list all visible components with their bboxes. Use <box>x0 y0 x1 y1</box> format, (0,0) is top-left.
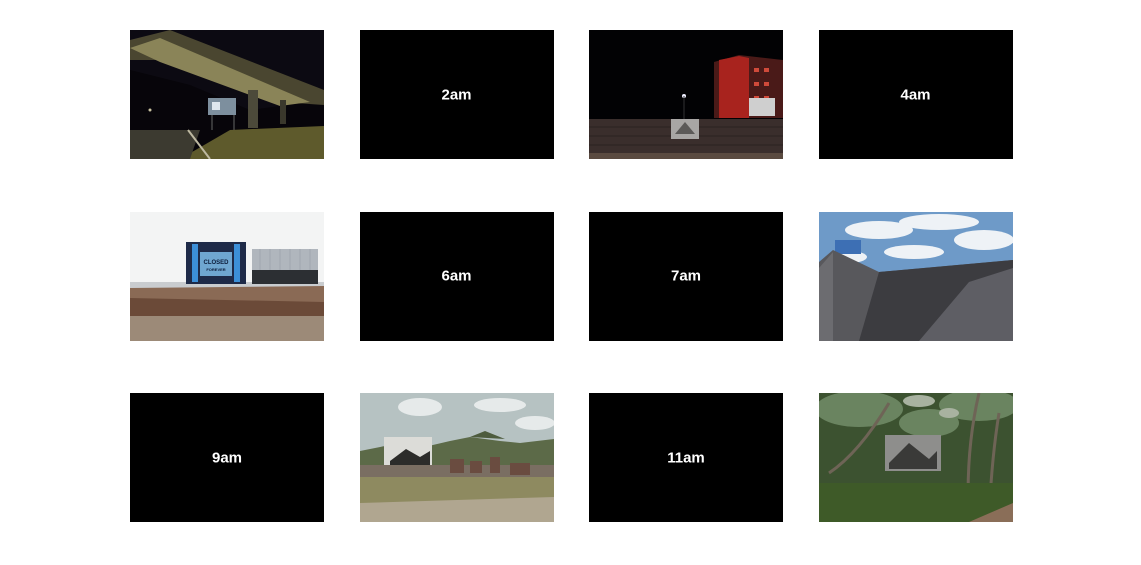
hour-label: 4am <box>900 86 931 103</box>
hour-tile-6am[interactable]: 6am <box>359 211 554 341</box>
photo-grid: 2am 4am CLOSED FOREVER 6am 7am 9am 11am <box>130 30 1013 522</box>
closed-forever-billboard-photo: CLOSED FOREVER <box>130 211 324 341</box>
hills-billboard-photo <box>359 393 554 522</box>
red-building-night-billboard-photo <box>589 30 783 159</box>
hour-label: 2am <box>441 86 472 103</box>
photo-tile-closed-forever[interactable]: CLOSED FOREVER <box>130 211 324 341</box>
photo-tile-hills[interactable] <box>359 393 554 522</box>
photo-tile-overpass[interactable] <box>130 30 324 159</box>
photo-tile-red-building[interactable] <box>589 30 783 159</box>
hour-tile-9am[interactable]: 9am <box>130 393 324 522</box>
hour-tile-2am[interactable]: 2am <box>359 30 554 159</box>
hour-tile-4am[interactable]: 4am <box>818 30 1013 159</box>
hour-label: 9am <box>211 449 243 466</box>
billboard-sign-text: FOREVER <box>206 267 225 272</box>
photo-tile-rooftop[interactable] <box>818 211 1013 341</box>
overpass-night-billboard-photo <box>130 30 324 159</box>
photo-tile-forest[interactable] <box>818 393 1013 522</box>
hour-label: 6am <box>441 267 472 285</box>
billboard-sign-text: CLOSED <box>203 260 229 266</box>
hour-tile-7am[interactable]: 7am <box>589 211 783 341</box>
hour-label: 11am <box>667 449 705 466</box>
rooftop-sky-photo <box>818 211 1013 341</box>
hour-tile-11am[interactable]: 11am <box>589 393 783 522</box>
hour-label: 7am <box>670 267 702 285</box>
forest-billboard-photo <box>818 393 1013 522</box>
